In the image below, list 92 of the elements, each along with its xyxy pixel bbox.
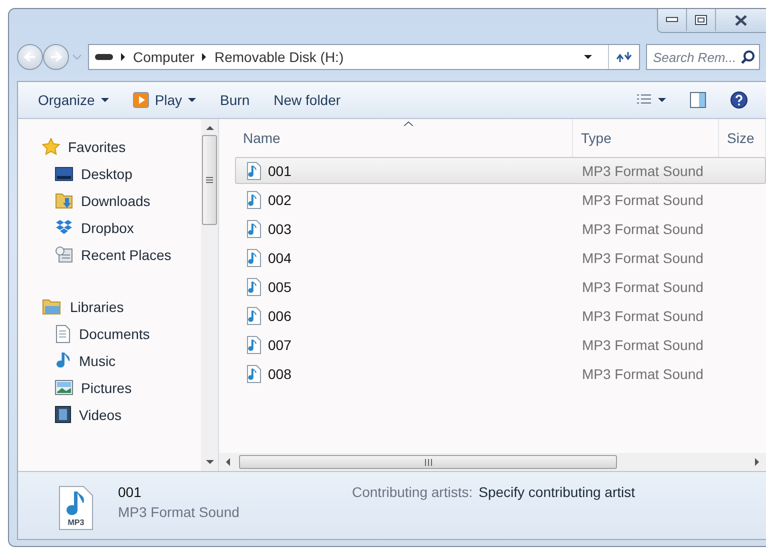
search-field[interactable]: Search Rem... <box>646 44 760 70</box>
breadcrumb[interactable]: Computer <box>133 49 194 65</box>
file-row[interactable]: 006 MP3 Format Sound <box>235 302 766 329</box>
mp3-file-icon: MP3 <box>58 486 94 530</box>
refresh-arrows-icon <box>616 51 632 63</box>
play-menu[interactable]: Play <box>122 88 206 112</box>
preview-pane-icon <box>690 92 706 108</box>
selected-file-type: MP3 Format Sound <box>118 504 240 520</box>
file-name: 004 <box>268 250 292 266</box>
picture-icon <box>55 380 73 395</box>
file-row[interactable]: 008 MP3 Format Sound <box>235 360 766 387</box>
horizontal-scrollbar[interactable] <box>219 453 766 471</box>
sidebar-item[interactable]: Dropbox <box>42 214 201 241</box>
audio-file-icon <box>246 162 262 180</box>
sidebar-item[interactable]: Pictures <box>42 374 201 401</box>
file-name: 005 <box>268 278 292 294</box>
music-note-icon <box>55 352 71 370</box>
file-type: MP3 Format Sound <box>581 192 704 208</box>
sidebar-group[interactable]: Libraries <box>42 293 201 320</box>
sidebar-item[interactable]: Documents <box>42 320 201 347</box>
toolbar-button[interactable]: Burn <box>210 88 260 112</box>
minimize-icon <box>666 17 678 23</box>
back-button[interactable] <box>17 44 43 70</box>
audio-file-icon <box>246 364 262 382</box>
scrollbar-thumb[interactable] <box>202 135 217 225</box>
sidebar-item[interactable]: Music <box>42 347 201 374</box>
address-bar[interactable]: Computer Removable Disk (H:) <box>88 44 640 70</box>
recent-places-icon <box>55 246 73 263</box>
star-icon <box>42 138 60 155</box>
play-icon <box>132 92 149 108</box>
folder-download-icon <box>55 192 73 209</box>
help-icon <box>730 91 748 109</box>
scroll-down-icon[interactable] <box>206 459 214 465</box>
audio-file-icon <box>246 278 262 296</box>
file-name: 007 <box>268 336 292 352</box>
sort-caret-icon <box>404 121 412 126</box>
selected-file-name: 001 <box>118 484 142 500</box>
scroll-up-icon[interactable] <box>206 125 214 131</box>
grip-icon <box>424 458 432 466</box>
file-name: 008 <box>268 366 292 382</box>
film-icon <box>55 406 71 423</box>
grip-icon <box>206 177 213 183</box>
breadcrumb[interactable]: Removable Disk (H:) <box>214 49 344 65</box>
file-row[interactable]: 007 MP3 Format Sound <box>235 331 766 358</box>
sidebar-item[interactable]: Downloads <box>42 187 201 214</box>
close-icon <box>735 14 747 26</box>
dropbox-icon <box>55 220 73 235</box>
file-name: 002 <box>268 192 292 208</box>
scroll-right-icon[interactable] <box>754 458 760 466</box>
organize-menu[interactable]: Organize <box>28 88 119 112</box>
field-label: Contributing artists: <box>352 484 473 500</box>
close-button[interactable] <box>716 9 766 31</box>
scroll-left-icon[interactable] <box>225 458 231 466</box>
file-type: MP3 Format Sound <box>581 278 704 294</box>
monitor-icon <box>55 166 73 180</box>
forward-arrow-icon <box>50 52 62 62</box>
vertical-scrollbar[interactable] <box>201 119 218 471</box>
file-name: 001 <box>268 162 292 178</box>
maximize-button[interactable] <box>687 9 716 31</box>
toolbar-button[interactable]: New folder <box>264 88 351 112</box>
audio-file-icon <box>246 248 262 266</box>
forward-button[interactable] <box>43 44 69 70</box>
file-name: 003 <box>268 220 292 236</box>
back-arrow-icon <box>24 52 36 62</box>
file-row[interactable]: 003 MP3 Format Sound <box>235 215 766 242</box>
scrollbar-thumb[interactable] <box>239 455 617 469</box>
sidebar-item[interactable]: Desktop <box>42 160 201 187</box>
file-type: MP3 Format Sound <box>581 366 704 382</box>
minimize-button[interactable] <box>658 9 687 31</box>
file-row[interactable]: 002 MP3 Format Sound <box>235 186 766 213</box>
sidebar-item[interactable]: Recent Places <box>42 241 201 268</box>
document-icon <box>55 324 71 342</box>
folder-icon <box>42 298 62 315</box>
search-icon <box>741 50 755 64</box>
file-type: MP3 Format Sound <box>581 250 704 266</box>
audio-file-icon <box>246 220 262 238</box>
file-type: MP3 Format Sound <box>581 162 704 178</box>
audio-file-icon <box>246 306 262 324</box>
maximize-icon <box>695 15 707 25</box>
file-type: MP3 Format Sound <box>581 336 704 352</box>
file-row[interactable]: 005 MP3 Format Sound <box>235 273 766 300</box>
audio-file-icon <box>246 336 262 354</box>
file-name: 006 <box>268 308 292 324</box>
drive-icon <box>95 53 113 61</box>
contributing-artist-field[interactable]: Specify contributing artist <box>478 484 636 500</box>
file-type: MP3 Format Sound <box>581 220 704 236</box>
sidebar-item[interactable]: Videos <box>42 401 201 428</box>
file-type: MP3 Format Sound <box>581 308 704 324</box>
sidebar-group[interactable]: Favorites <box>42 133 201 160</box>
file-row[interactable]: 004 MP3 Format Sound <box>235 244 766 271</box>
file-row[interactable]: 001 MP3 Format Sound <box>235 157 766 184</box>
audio-file-icon <box>246 190 262 208</box>
